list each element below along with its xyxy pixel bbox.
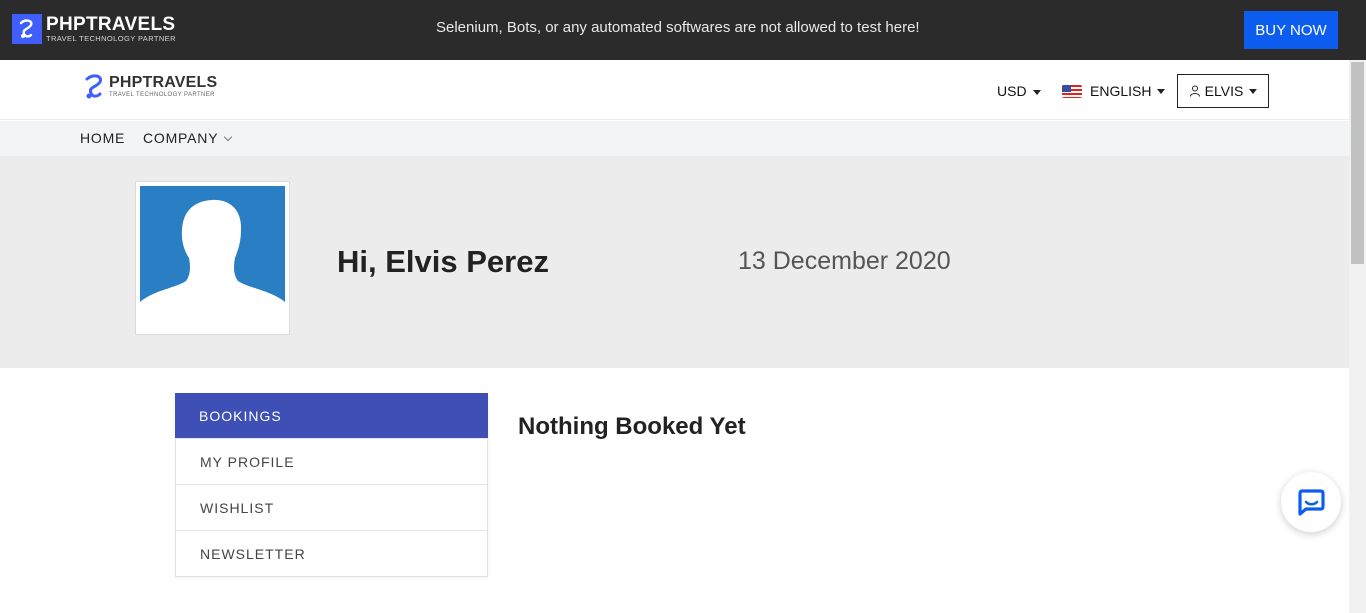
buy-now-button[interactable]: BUY NOW <box>1244 11 1338 49</box>
avatar <box>135 181 290 335</box>
sidebar-item-label: WISHLIST <box>200 499 275 516</box>
sidebar-item-label: BOOKINGS <box>199 407 282 424</box>
caret-down-icon <box>1032 89 1041 95</box>
sidebar-item-newsletter[interactable]: NEWSLETTER <box>176 531 487 577</box>
profile-date: 13 December 2020 <box>738 247 951 275</box>
nav-item-label: COMPANY <box>143 130 219 146</box>
currency-dropdown[interactable]: USD <box>997 83 1041 99</box>
profile-banner: Hi, Elvis Perez 13 December 2020 <box>0 156 1349 368</box>
promo-brand-tagline: TRAVEL TECHNOLOGY PARTNER <box>46 34 176 43</box>
chat-bubble-icon <box>1298 489 1325 516</box>
sidebar-item-wishlist[interactable]: WISHLIST <box>176 485 487 531</box>
language-dropdown[interactable]: ENGLISH <box>1062 83 1166 99</box>
header-brand-name: PHPTRAVELS <box>109 74 218 91</box>
nav-item-label: HOME <box>80 130 126 146</box>
chat-widget-button[interactable] <box>1281 472 1341 532</box>
caret-down-icon <box>1157 88 1166 94</box>
currency-label: USD <box>997 83 1027 99</box>
sidebar-item-label: NEWSLETTER <box>200 546 306 562</box>
sidebar-item-my-profile[interactable]: MY PROFILE <box>176 439 487 485</box>
chevron-down-icon <box>224 132 233 142</box>
us-flag-icon <box>1062 84 1082 98</box>
profile-greeting: Hi, Elvis Perez <box>337 244 549 279</box>
user-label: ELVIS <box>1204 83 1244 99</box>
sidebar-item-label: MY PROFILE <box>200 453 295 470</box>
page-scrollbar[interactable] <box>1349 60 1366 613</box>
automation-notice: Selenium, Bots, or any automated softwar… <box>436 19 920 36</box>
language-label: ENGLISH <box>1090 83 1152 99</box>
scrollbar-thumb[interactable] <box>1351 62 1364 264</box>
promo-brand-name: PHPTRAVELS <box>46 14 176 35</box>
main-nav: HOME COMPANY <box>0 121 1349 156</box>
header-brand-tagline: TRAVEL TECHNOLOGY PARTNER <box>109 92 215 98</box>
header-logo[interactable]: PHPTRAVELS TRAVEL TECHNOLOGY PARTNER <box>82 73 217 101</box>
site-header: PHPTRAVELS TRAVEL TECHNOLOGY PARTNER USD… <box>0 60 1349 120</box>
user-icon <box>1189 85 1200 97</box>
caret-down-icon <box>1249 88 1258 94</box>
nav-item-company[interactable]: COMPANY <box>143 130 233 146</box>
brand-logo-icon <box>85 74 102 99</box>
promo-bar: PHPTRAVELS TRAVEL TECHNOLOGY PARTNER Sel… <box>0 0 1366 60</box>
account-sidebar: BOOKINGS MY PROFILE WISHLIST NEWSLETTER <box>175 393 488 577</box>
brand-logo-icon <box>12 14 42 44</box>
promo-logo[interactable]: PHPTRAVELS TRAVEL TECHNOLOGY PARTNER <box>12 14 176 44</box>
user-account-dropdown[interactable]: ELVIS <box>1177 74 1269 108</box>
user-silhouette-icon <box>140 186 285 331</box>
empty-bookings-message: Nothing Booked Yet <box>518 413 746 440</box>
sidebar-item-bookings[interactable]: BOOKINGS <box>175 393 488 439</box>
nav-item-home[interactable]: HOME <box>80 130 125 146</box>
